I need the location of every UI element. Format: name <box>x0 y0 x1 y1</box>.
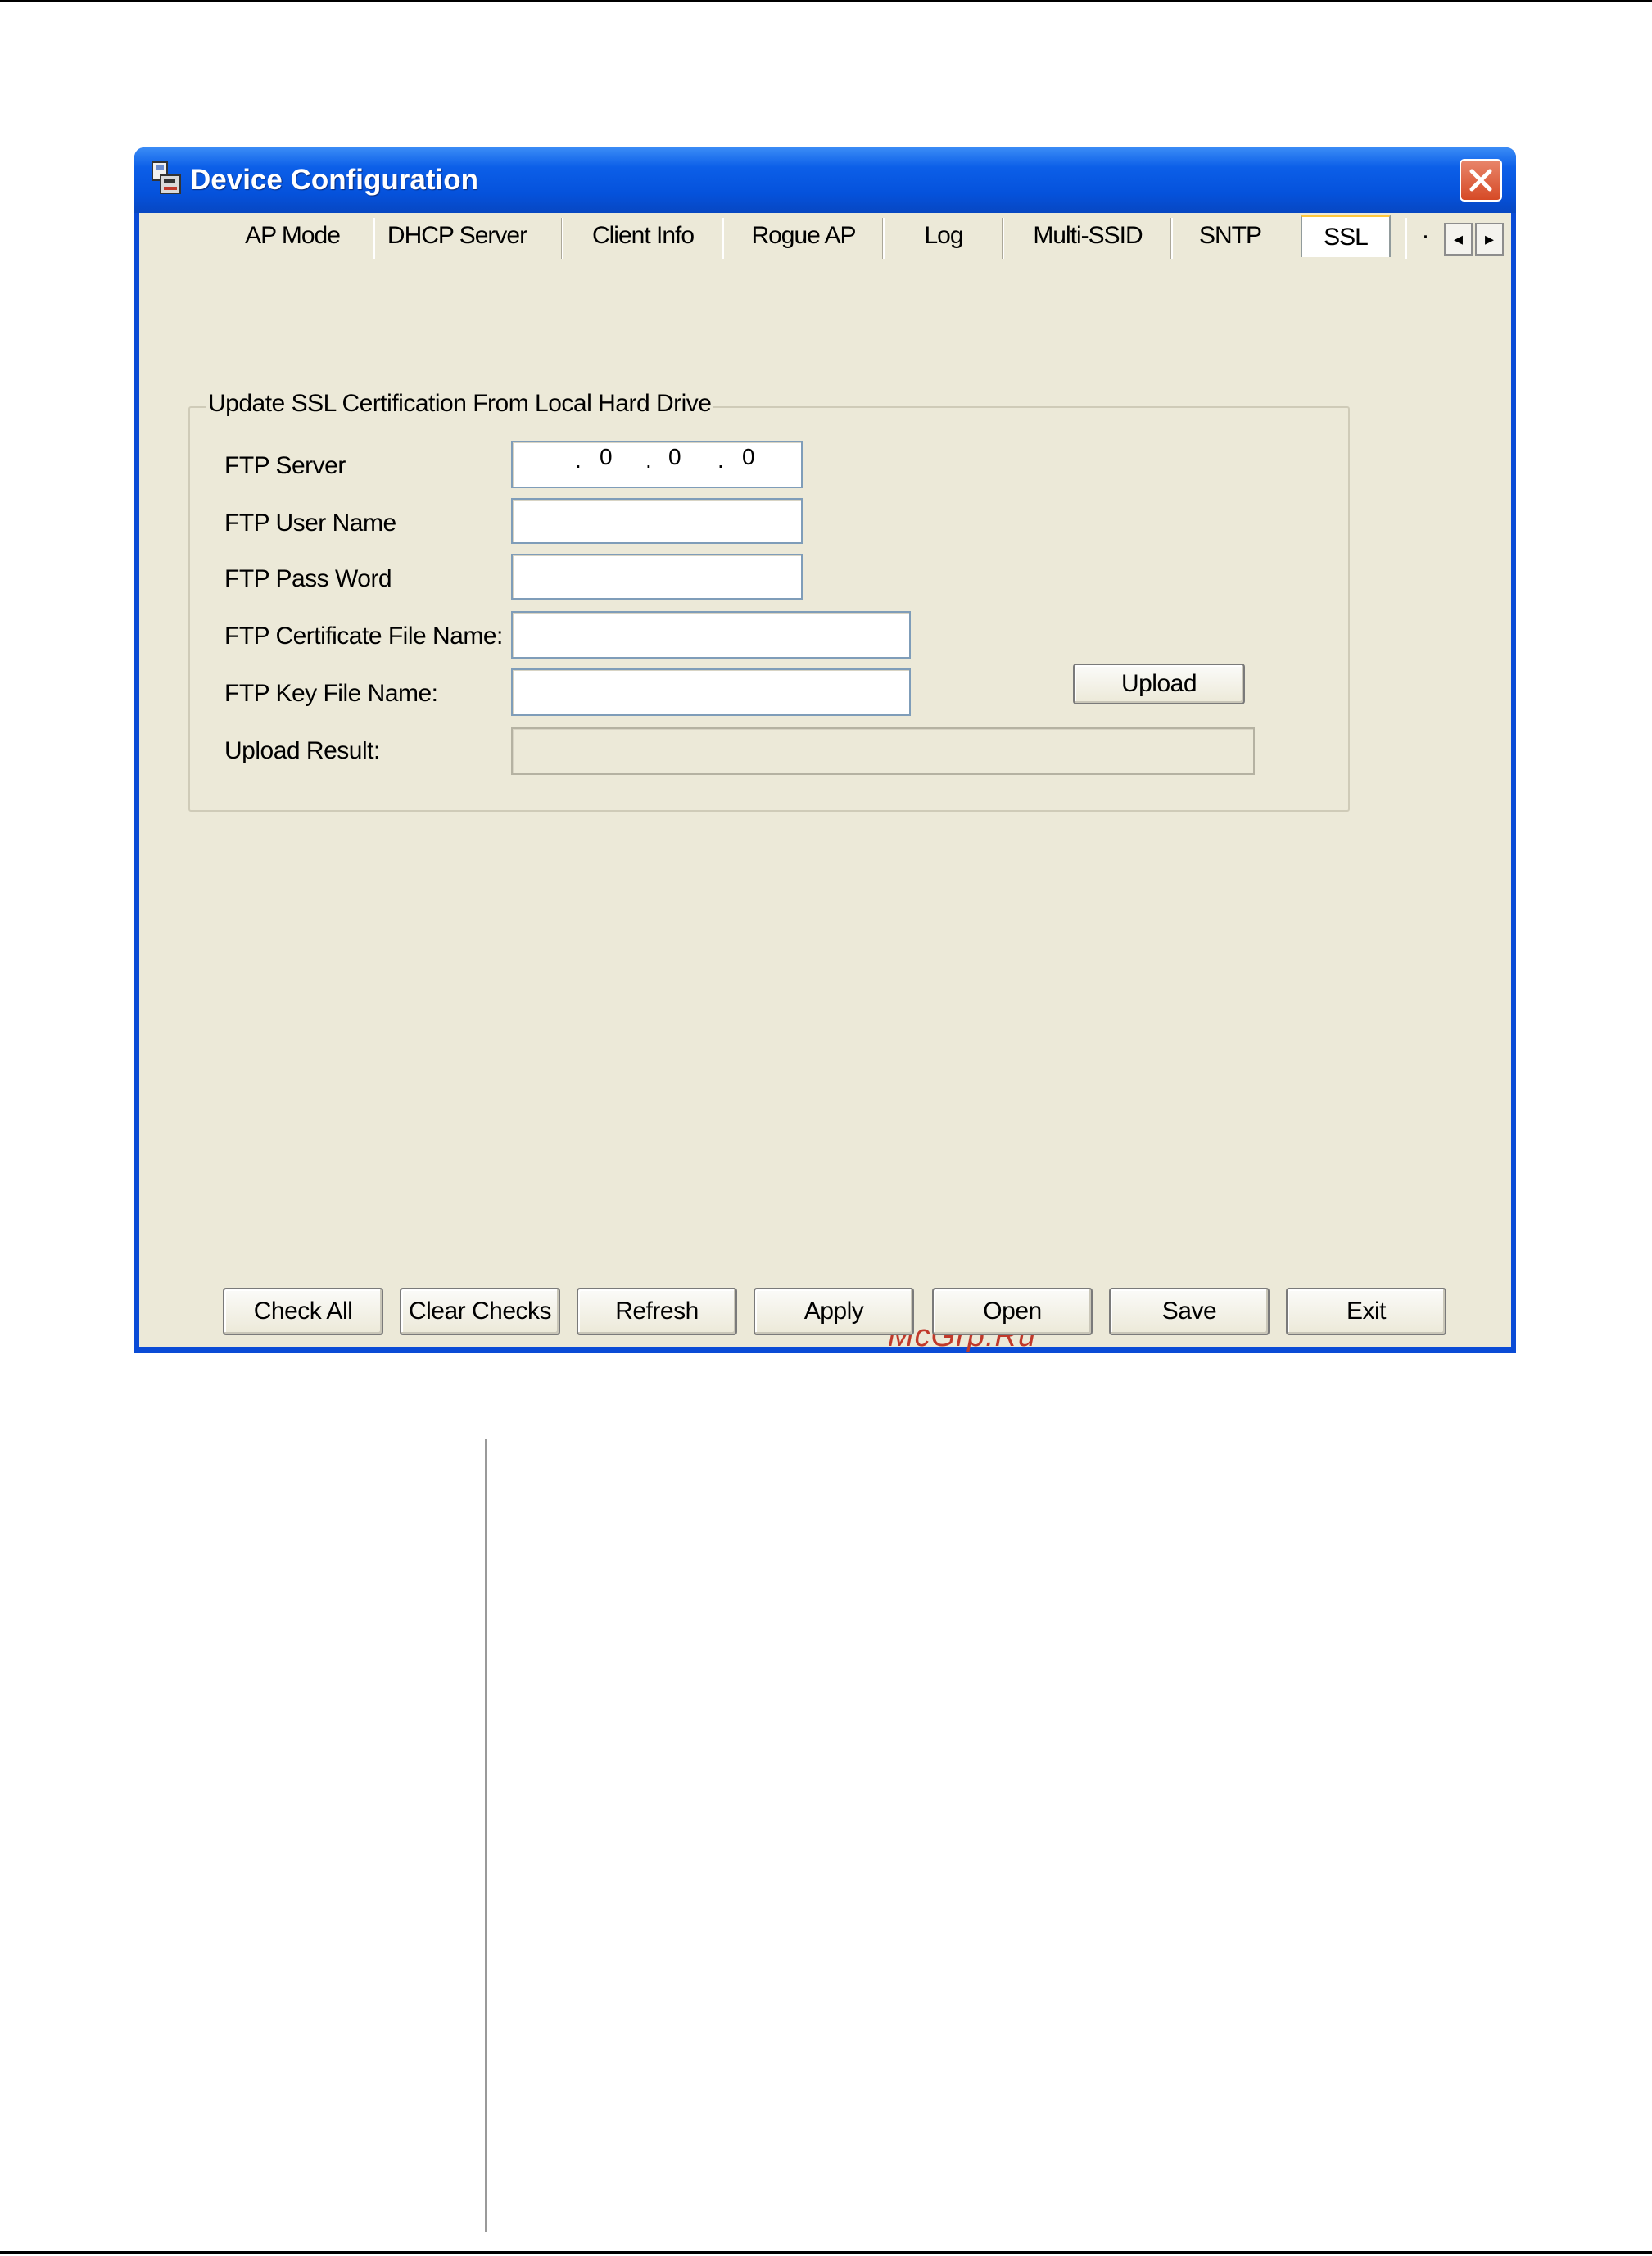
tab-separator <box>1171 218 1173 259</box>
upload-result-field <box>511 727 1255 775</box>
tab-overflow[interactable]: · <box>1409 213 1442 259</box>
client-area: AP Mode DHCP Server Client Info Rogue AP… <box>139 213 1511 1353</box>
clear-checks-button[interactable]: Clear Checks <box>400 1288 560 1335</box>
ftp-pass-word-label: FTP Pass Word <box>224 565 392 592</box>
ftp-key-file-name-input[interactable] <box>511 668 911 716</box>
ftp-server-ip-input[interactable]: . 0 . 0 . 0 <box>511 441 803 488</box>
close-icon <box>1469 169 1492 192</box>
ftp-certificate-file-name-input[interactable] <box>511 611 911 659</box>
tab-separator <box>883 218 885 259</box>
ftp-pass-word-input[interactable] <box>511 554 803 600</box>
tab-sntp[interactable]: SNTP <box>1175 213 1286 259</box>
ftp-user-name-input[interactable] <box>511 498 803 544</box>
ip-octet-3: 0 <box>668 444 681 469</box>
tab-separator <box>562 218 563 259</box>
ssl-upload-groupbox: Update SSL Certification From Local Hard… <box>188 390 1350 812</box>
tab-separator <box>1405 218 1407 259</box>
window-title: Device Configuration <box>190 164 478 196</box>
tab-scroll-controls: ◂ ▸ <box>1444 223 1506 256</box>
device-config-app-icon <box>152 161 181 194</box>
tab-client-info[interactable]: Client Info <box>565 213 721 259</box>
ftp-certificate-file-name-label: FTP Certificate File Name: <box>224 623 503 650</box>
ip-octet-2: 0 <box>600 444 613 469</box>
upload-button[interactable]: Upload <box>1073 664 1245 704</box>
groupbox-title: Update SSL Certification From Local Hard… <box>206 390 713 418</box>
page-bottom-rule <box>0 2251 1652 2254</box>
page-vertical-divider <box>485 1439 487 2232</box>
tab-separator <box>722 218 724 259</box>
ip-octet-4: 0 <box>742 444 755 469</box>
tab-ap-mode[interactable]: AP Mode <box>238 213 347 259</box>
tab-strip: AP Mode DHCP Server Client Info Rogue AP… <box>139 213 1511 262</box>
save-button[interactable]: Save <box>1109 1288 1270 1335</box>
ftp-key-file-name-label: FTP Key File Name: <box>224 680 438 707</box>
tab-separator <box>1003 218 1004 259</box>
ip-dot: . <box>575 447 582 473</box>
exit-button[interactable]: Exit <box>1286 1288 1446 1335</box>
ftp-server-label: FTP Server <box>224 452 346 479</box>
tab-multi-ssid[interactable]: Multi-SSID <box>1006 213 1170 259</box>
refresh-button[interactable]: Refresh <box>577 1288 737 1335</box>
apply-button[interactable]: Apply <box>754 1288 914 1335</box>
tab-scroll-right-button[interactable]: ▸ <box>1475 223 1504 256</box>
upload-result-label: Upload Result: <box>224 737 380 764</box>
tab-ssl[interactable]: SSL <box>1301 215 1391 257</box>
tab-separator <box>373 218 375 259</box>
ftp-user-name-label: FTP User Name <box>224 510 396 537</box>
tab-log[interactable]: Log <box>886 213 1001 259</box>
title-bar[interactable]: Device Configuration <box>134 147 1516 213</box>
triangle-right-icon: ▸ <box>1484 229 1495 249</box>
ip-dot: . <box>645 447 652 473</box>
tab-dhcp-server[interactable]: DHCP Server <box>377 213 537 259</box>
page-top-rule <box>0 0 1652 2</box>
close-button[interactable] <box>1460 159 1502 202</box>
open-button[interactable]: Open <box>932 1288 1093 1335</box>
device-configuration-window: Device Configuration AP Mode DHCP Server… <box>134 147 1516 1353</box>
check-all-button[interactable]: Check All <box>223 1288 383 1335</box>
triangle-left-icon: ◂ <box>1453 229 1464 249</box>
ip-dot: . <box>717 447 724 473</box>
tab-scroll-left-button[interactable]: ◂ <box>1444 223 1473 256</box>
tab-rogue-ap[interactable]: Rogue AP <box>726 213 881 259</box>
